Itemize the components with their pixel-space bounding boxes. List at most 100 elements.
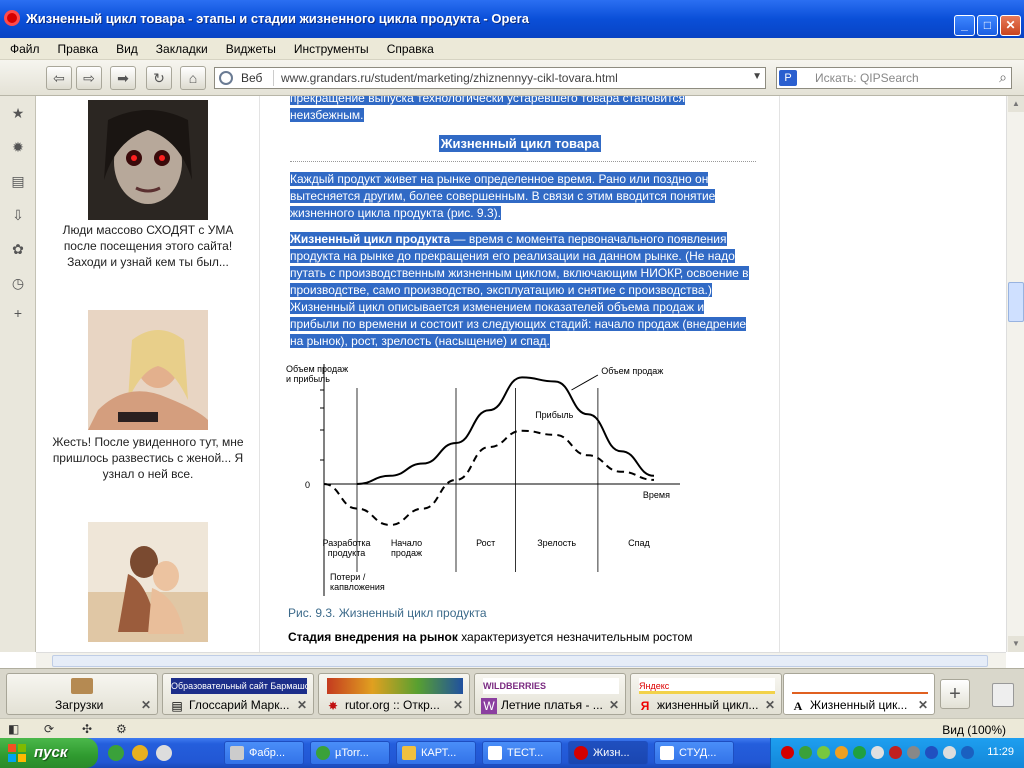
search-placeholder[interactable]: Искать: QIPSearch	[815, 71, 919, 85]
vertical-scroll-thumb[interactable]	[1008, 282, 1024, 322]
menu-help[interactable]: Справка	[377, 38, 442, 56]
language-icon[interactable]	[943, 746, 956, 759]
tab-rutor[interactable]: ✸ rutor.org :: Откр... ✕	[318, 673, 470, 715]
unite-icon[interactable]: ✣	[82, 722, 92, 736]
forward-button[interactable]: ⇨	[76, 66, 102, 90]
tab-yandex[interactable]: Яндекс Я жизненный цикл... ✕	[630, 673, 782, 715]
update-icon[interactable]	[961, 746, 974, 759]
tab-close-icon[interactable]: ✕	[918, 698, 928, 712]
ad-text-1[interactable]: Люди массово СХОДЯТ с УМА после посещени…	[46, 222, 250, 270]
series-label-sales: Объем продаж	[601, 366, 663, 376]
task-test[interactable]: ТЕСТ...	[482, 741, 562, 765]
reload-button[interactable]: ↻	[146, 66, 172, 90]
task-utorrent[interactable]: µTorr...	[310, 741, 390, 765]
task-kart[interactable]: КАРТ...	[396, 741, 476, 765]
ad-image-1[interactable]	[88, 100, 208, 220]
task-label: ТЕСТ...	[507, 747, 544, 759]
volume-icon[interactable]	[871, 746, 884, 759]
address-dropdown-icon[interactable]: ▼	[752, 71, 762, 82]
firefox-quicklaunch-icon[interactable]	[156, 745, 172, 761]
task-fabr[interactable]: Фабр...	[224, 741, 304, 765]
menu-edit[interactable]: Правка	[48, 38, 107, 56]
tab-wildberries[interactable]: WILDBERRIES W Летние платья - ... ✕	[474, 673, 626, 715]
utorrent-quicklaunch-icon[interactable]	[108, 745, 124, 761]
horizontal-scroll-thumb[interactable]	[52, 655, 988, 667]
y-axis-label: Объем продаж	[286, 364, 348, 374]
menu-tools[interactable]: Инструменты	[284, 38, 377, 56]
rutor-star-icon: ✸	[327, 699, 339, 713]
sync-icon[interactable]: ⟳	[44, 722, 54, 736]
turbo-icon[interactable]: ⚙	[116, 722, 127, 736]
ad-image-2[interactable]	[88, 310, 208, 430]
address-bar[interactable]: Веб www.grandars.ru/student/marketing/zh…	[214, 67, 766, 89]
tab-close-icon[interactable]: ✕	[297, 698, 307, 712]
links-panel-icon[interactable]: ✿	[9, 240, 27, 258]
chrome-quicklaunch-icon[interactable]	[132, 745, 148, 761]
tab-glossary[interactable]: Образовательный сайт Бармашова К. С. ▤ Г…	[162, 673, 314, 715]
trash-icon[interactable]	[992, 683, 1014, 707]
tab-close-icon[interactable]: ✕	[141, 698, 151, 712]
series-line-1	[323, 429, 655, 527]
history-panel-icon[interactable]: ◷	[9, 274, 27, 292]
search-box[interactable]: P Искать: QIPSearch ⌕	[776, 67, 1012, 89]
opera-tray-icon[interactable]	[781, 746, 794, 759]
utorrent-tray-icon[interactable]	[799, 746, 812, 759]
tab-label: rutor.org :: Откр...	[345, 698, 440, 712]
home-icon: ⌂	[188, 70, 198, 86]
menu-bookmarks[interactable]: Закладки	[146, 38, 216, 56]
opera-logo-icon	[4, 10, 20, 26]
tab-close-icon[interactable]: ✕	[765, 698, 775, 712]
widgets-panel-icon[interactable]: ✹	[9, 138, 27, 156]
fast-forward-button[interactable]: ➡	[110, 66, 136, 90]
title-bar: Жизненный цикл товара - этапы и стадии ж…	[0, 0, 1024, 38]
tab-lifecycle[interactable]: A Жизненный цик... ✕	[783, 673, 935, 715]
search-icon[interactable]: ⌕	[999, 69, 1007, 86]
panel-toggle-icon[interactable]: ◧	[8, 722, 19, 736]
bluetooth-icon[interactable]	[925, 746, 938, 759]
bookmarks-panel-icon[interactable]: ★	[9, 104, 27, 122]
address-separator	[273, 70, 274, 86]
task-label: Жизн...	[593, 747, 630, 759]
home-button[interactable]: ⌂	[180, 66, 206, 90]
minimize-button[interactable]: _	[954, 15, 975, 36]
scroll-down-icon[interactable]: ▼	[1008, 636, 1024, 652]
task-opera[interactable]: Жизн...	[568, 741, 648, 765]
tab-downloads[interactable]: Загрузки ✕	[6, 673, 158, 715]
tab-label: жизненный цикл...	[657, 698, 759, 712]
start-button[interactable]: пуск	[0, 738, 98, 768]
stage-label-1: Начало	[391, 538, 422, 548]
opera-icon	[574, 746, 588, 760]
menu-file[interactable]: Файл	[0, 38, 48, 56]
scroll-up-icon[interactable]: ▲	[1008, 96, 1024, 112]
add-panel-icon[interactable]: +	[9, 304, 27, 322]
vertical-scrollbar[interactable]: ▲ ▼	[1006, 96, 1024, 652]
downloads-panel-icon[interactable]: ⇩	[9, 206, 27, 224]
horizontal-scrollbar[interactable]	[36, 652, 1006, 668]
paragraph-2-term: Жизненный цикл продукта	[290, 232, 451, 246]
maximize-button[interactable]: □	[977, 15, 998, 36]
menu-view[interactable]: Вид	[106, 38, 146, 56]
ad-text-2[interactable]: Жесть! После увиденного тут, мне пришлос…	[46, 434, 250, 482]
tab-close-icon[interactable]: ✕	[609, 698, 619, 712]
menu-widgets[interactable]: Виджеты	[216, 38, 284, 56]
task-stud[interactable]: СТУД...	[654, 741, 734, 765]
tab-close-icon[interactable]: ✕	[453, 698, 463, 712]
search-engine-icon[interactable]: P	[779, 70, 797, 86]
zoom-indicator[interactable]: Вид (100%)	[942, 723, 1006, 737]
ad-image-3[interactable]	[88, 522, 208, 642]
bottom-paragraph-body: характеризуется незначительным ростом	[457, 630, 693, 644]
chart-svg: Объем продажи прибыль0ВремяОбъем продажП…	[286, 364, 680, 596]
url-text[interactable]: www.grandars.ru/student/marketing/zhizne…	[281, 71, 618, 85]
notes-panel-icon[interactable]: ▤	[9, 172, 27, 190]
antivirus-icon[interactable]	[889, 746, 902, 759]
task-label: СТУД...	[679, 747, 717, 759]
back-button[interactable]: ⇦	[46, 66, 72, 90]
display-icon[interactable]	[907, 746, 920, 759]
close-button[interactable]: ✕	[1000, 15, 1021, 36]
network-tray-icon[interactable]	[853, 746, 866, 759]
qip-tray-icon[interactable]	[835, 746, 848, 759]
article: прекращение выпуска технологически устар…	[260, 96, 780, 652]
shield-icon[interactable]	[817, 746, 830, 759]
web-label[interactable]: Веб	[241, 71, 262, 85]
new-tab-button[interactable]: +	[940, 679, 970, 709]
